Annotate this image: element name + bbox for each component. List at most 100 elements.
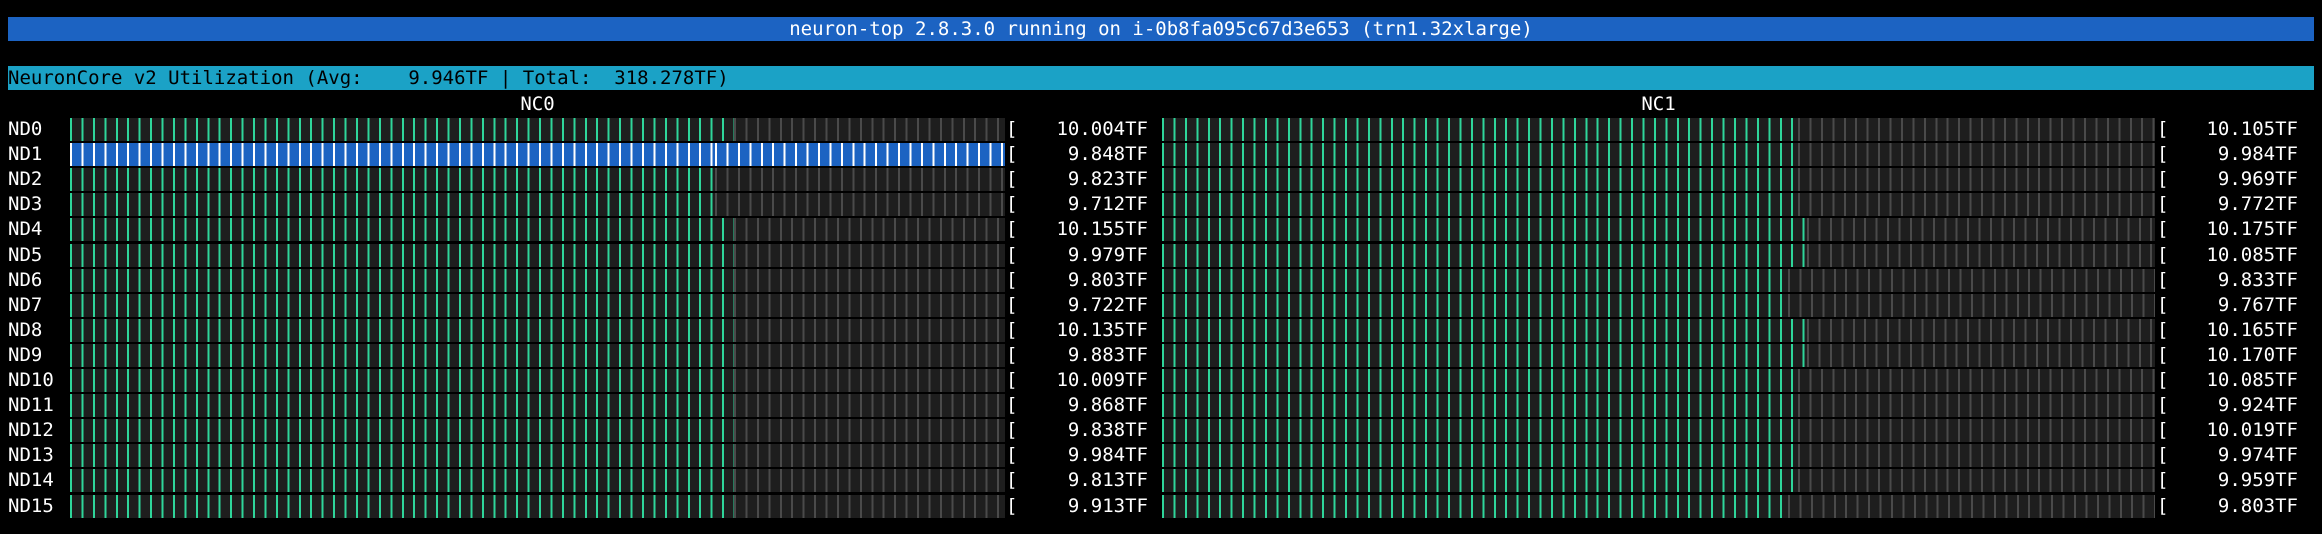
bracket: [	[2157, 218, 2169, 241]
nc0-bar-fill	[70, 469, 734, 493]
bracket: [	[2157, 369, 2169, 391]
device-row[interactable]: ND15 [9.913TF [9.803TF	[0, 494, 2322, 519]
nc0-bar-fill	[70, 419, 734, 443]
device-label: ND12	[8, 419, 54, 442]
nc1-bar-fill	[1162, 168, 1798, 192]
device-label: ND4	[8, 218, 43, 241]
bracket: [	[1006, 394, 1018, 417]
device-label: ND15	[8, 494, 54, 517]
bracket: [	[1006, 243, 1018, 266]
nc1-value: 10.105TF	[2206, 118, 2298, 140]
nc0-utilization-bar	[70, 218, 1005, 242]
nc0-value: 10.004TF	[1056, 118, 1148, 140]
device-row[interactable]: ND6 [9.803TF [9.833TF	[0, 268, 2322, 293]
device-row[interactable]: ND12 [9.838TF [10.019TF	[0, 418, 2322, 443]
nc1-utilization-bar	[1162, 143, 2155, 167]
bracket: [	[2157, 143, 2169, 166]
bracket: [	[1006, 369, 1018, 391]
bracket: [	[2157, 268, 2169, 291]
nc0-bar-fill	[70, 268, 734, 292]
bracket: [	[1006, 293, 1018, 316]
nc1-value: 9.969TF	[2217, 168, 2298, 191]
nc1-value: 10.085TF	[2206, 243, 2298, 266]
nc0-utilization-bar	[70, 243, 1005, 267]
bracket: [	[1006, 494, 1018, 517]
nc0-value: 9.868TF	[1067, 394, 1148, 417]
nc0-bar-fill	[70, 218, 734, 242]
nc0-bar-fill	[70, 293, 734, 317]
nc1-bar-fill	[1162, 494, 1788, 518]
nc1-value: 10.165TF	[2206, 318, 2298, 341]
bracket: [	[1006, 343, 1018, 366]
nc1-value: 10.175TF	[2206, 218, 2298, 241]
bracket: [	[2157, 118, 2169, 140]
bracket: [	[2157, 494, 2169, 517]
nc1-bar-fill	[1162, 469, 1798, 493]
nc1-bar-fill	[1162, 193, 1798, 217]
nc0-value: 9.722TF	[1067, 293, 1148, 316]
nc1-bar-fill	[1162, 218, 1808, 242]
nc0-utilization-bar	[70, 394, 1005, 418]
nc1-utilization-bar	[1162, 168, 2155, 192]
device-row[interactable]: ND0 [10.004TF [10.105TF	[0, 117, 2322, 142]
device-row[interactable]: ND4 [10.155TF [10.175TF	[0, 217, 2322, 242]
bracket: [	[2157, 419, 2169, 442]
nc1-utilization-bar	[1162, 343, 2155, 367]
nc1-value: 10.085TF	[2206, 369, 2298, 391]
nc1-value: 9.959TF	[2217, 469, 2298, 492]
nc1-bar-fill	[1162, 293, 1788, 317]
bracket: [	[2157, 469, 2169, 492]
device-row[interactable]: ND9 [9.883TF [10.170TF	[0, 343, 2322, 368]
nc0-bar-fill	[70, 168, 716, 192]
device-label: ND9	[8, 343, 43, 366]
nc1-utilization-bar	[1162, 369, 2155, 392]
nc0-value: 9.712TF	[1067, 193, 1148, 216]
device-row[interactable]: ND14 [9.813TF [9.959TF	[0, 468, 2322, 493]
nc1-bar-fill	[1162, 268, 1788, 292]
nc0-value: 9.848TF	[1067, 143, 1148, 166]
nc0-bar-fill	[70, 118, 734, 141]
bracket: [	[1006, 168, 1018, 191]
device-row[interactable]: ND2 [9.823TF [9.969TF	[0, 167, 2322, 192]
device-label: ND11	[8, 394, 54, 417]
nc0-value: 9.913TF	[1067, 494, 1148, 517]
nc0-bar-fill	[70, 444, 734, 468]
nc0-utilization-bar	[70, 118, 1005, 141]
device-row[interactable]: ND11 [9.868TF [9.924TF	[0, 393, 2322, 418]
nc1-utilization-bar	[1162, 118, 2155, 141]
device-label: ND2	[8, 168, 43, 191]
nc1-value: 9.833TF	[2217, 268, 2298, 291]
device-label: ND6	[8, 268, 43, 291]
nc0-bar-fill	[70, 369, 734, 392]
device-row[interactable]: ND3 [9.712TF [9.772TF	[0, 192, 2322, 217]
bracket: [	[2157, 293, 2169, 316]
nc1-bar-fill	[1162, 343, 1808, 367]
device-row[interactable]: ND5 [9.979TF [10.085TF	[0, 243, 2322, 268]
device-label: ND8	[8, 318, 43, 341]
nc0-value: 9.803TF	[1067, 268, 1148, 291]
bracket: [	[1006, 444, 1018, 467]
device-row[interactable]: ND13 [9.984TF [9.974TF	[0, 443, 2322, 468]
nc0-bar-fill	[70, 318, 734, 342]
bracket: [	[1006, 118, 1018, 140]
nc1-utilization-bar	[1162, 218, 2155, 242]
nc0-utilization-bar	[70, 268, 1005, 292]
device-row[interactable]: ND8 [10.135TF [10.165TF	[0, 318, 2322, 343]
nc0-value: 9.979TF	[1067, 243, 1148, 266]
nc1-value: 9.772TF	[2217, 193, 2298, 216]
device-label: ND1	[8, 143, 43, 166]
device-row[interactable]: ND1 [9.848TF [9.984TF	[0, 142, 2322, 167]
nc1-utilization-bar	[1162, 419, 2155, 443]
nc1-utilization-bar	[1162, 243, 2155, 267]
nc0-utilization-bar	[70, 494, 1005, 518]
nc0-utilization-bar	[70, 193, 1005, 217]
bracket: [	[1006, 469, 1018, 492]
device-row[interactable]: ND10 [10.009TF [10.085TF	[0, 368, 2322, 393]
bracket: [	[1006, 193, 1018, 216]
nc0-utilization-bar	[70, 168, 1005, 192]
device-row[interactable]: ND7 [9.722TF [9.767TF	[0, 293, 2322, 318]
nc0-value: 10.155TF	[1056, 218, 1148, 241]
bracket: [	[1006, 318, 1018, 341]
device-label: ND0	[8, 118, 43, 140]
nc0-bar-fill	[70, 143, 716, 167]
